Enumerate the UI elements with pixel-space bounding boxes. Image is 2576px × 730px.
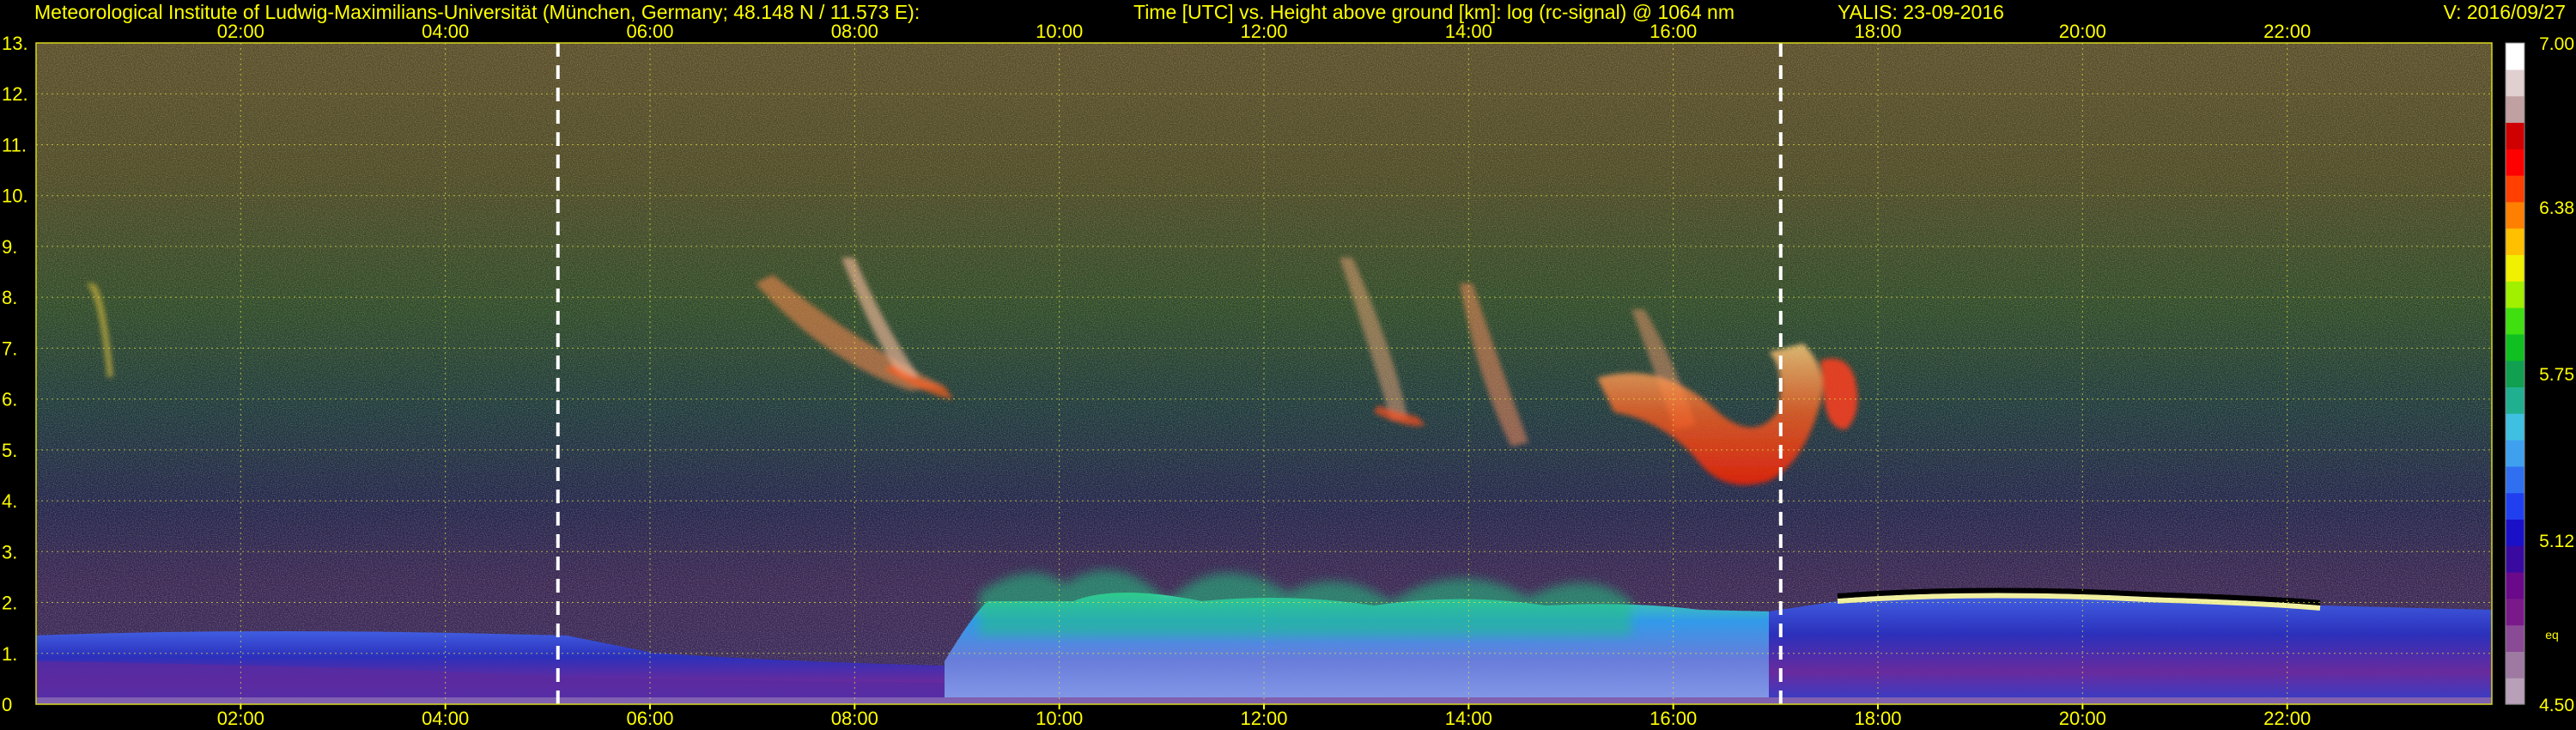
y-tick-label: 2. (2, 593, 17, 614)
x-tick-label-top: 16:00 (1649, 21, 1697, 42)
colorbar-eq-label: eq (2545, 628, 2559, 642)
colorbar-swatch (2506, 254, 2524, 282)
x-tick-label-top: 14:00 (1445, 21, 1492, 42)
y-axis: 0 1. 2. 3. 4. 5. 6. 7. 8. 9. 10. 11. 12. 13. (2, 33, 28, 715)
colorbar-swatch (2506, 545, 2524, 573)
y-tick-label: 5. (2, 440, 17, 461)
x-tick-label-bottom: 04:00 (422, 708, 469, 729)
x-tick-label-top: 18:00 (1854, 21, 1901, 42)
y-tick-label: 9. (2, 236, 17, 258)
x-tick-label-top: 22:00 (2263, 21, 2311, 42)
colorbar-swatch (2506, 651, 2524, 678)
colorbar-swatch (2506, 678, 2524, 705)
colorbar-label: 5.12 (2539, 532, 2574, 551)
colorbar-swatch (2506, 95, 2524, 123)
colorbar-swatch (2506, 492, 2524, 520)
colorbar-label: 4.50 (2539, 696, 2574, 715)
y-tick-label: 7. (2, 338, 17, 359)
x-tick-label-bottom: 10:00 (1036, 708, 1083, 729)
x-tick-label-bottom: 18:00 (1854, 708, 1901, 729)
colorbar: 7.00 6.38 5.75 5.12 4.50 eq (2505, 34, 2574, 715)
y-tick-label: 3. (2, 541, 17, 563)
colorbar-swatch (2506, 465, 2524, 494)
colorbar-label: 6.38 (2539, 198, 2574, 218)
y-tick-label: 6. (2, 389, 17, 411)
x-tick-label-bottom: 12:00 (1240, 708, 1287, 729)
colorbar-swatch (2506, 360, 2524, 387)
y-tick-label: 1. (2, 643, 17, 665)
x-tick-label-top: 04:00 (422, 21, 469, 42)
x-tick-label-top: 02:00 (217, 21, 264, 42)
x-tick-label-bottom: 22:00 (2263, 708, 2311, 729)
colorbar-label: 5.75 (2539, 365, 2574, 385)
colorbar-swatch (2506, 598, 2524, 626)
colorbar-swatch (2506, 69, 2524, 97)
y-tick-label: 13. (2, 33, 28, 54)
x-tick-label-top: 08:00 (831, 21, 878, 42)
x-tick-label-bottom: 14:00 (1445, 708, 1492, 729)
colorbar-swatch (2506, 307, 2524, 335)
colorbar-swatch (2506, 228, 2524, 255)
y-tick-label: 10. (2, 186, 28, 207)
plot-area (35, 42, 2493, 705)
colorbar-swatch (2506, 43, 2524, 70)
x-tick-label-bottom: 06:00 (626, 708, 673, 729)
x-tick-label-bottom: 16:00 (1649, 708, 1697, 729)
colorbar-swatch (2506, 281, 2524, 308)
x-tick-label-top: 12:00 (1240, 21, 1287, 42)
colorbar-swatch (2506, 175, 2524, 203)
x-tick-label-top: 06:00 (626, 21, 673, 42)
colorbar-label: 7.00 (2539, 34, 2574, 54)
colorbar-swatch (2506, 440, 2524, 467)
colorbar-swatch (2506, 122, 2524, 149)
colorbar-swatch (2506, 149, 2524, 176)
y-tick-label: 11. (2, 134, 27, 155)
evening-boundary-layer (1769, 597, 2492, 704)
x-tick-label-top: 20:00 (2059, 21, 2106, 42)
x-tick-label-bottom: 20:00 (2059, 708, 2106, 729)
colorbar-swatch (2506, 572, 2524, 599)
colorbar-swatch (2506, 413, 2524, 441)
y-tick-label: 4. (2, 490, 17, 512)
colorbar-swatch (2506, 519, 2524, 546)
x-tick-label-bottom: 02:00 (217, 708, 264, 729)
colorbar-swatch (2506, 333, 2524, 362)
colorbar-swatch (2506, 624, 2524, 652)
x-axis-bottom: 02:00 04:00 06:00 08:00 10:00 12:00 14:00 16:00… (217, 704, 2311, 729)
colorbar-swatch (2506, 201, 2524, 229)
y-tick-label: 0 (2, 694, 12, 715)
y-tick-label: 8. (2, 287, 17, 308)
lidar-quicklook-chart: 02:00 04:00 06:00 08:00 10:00 12:00 14:00 16:00… (2, 21, 2574, 729)
x-tick-label-top: 10:00 (1036, 21, 1083, 42)
x-axis-top: 02:00 04:00 06:00 08:00 10:00 12:00 14:00 16:00… (217, 21, 2311, 42)
x-tick-label-bottom: 08:00 (831, 708, 878, 729)
colorbar-swatch (2506, 386, 2524, 414)
y-tick-label: 12. (2, 83, 28, 105)
